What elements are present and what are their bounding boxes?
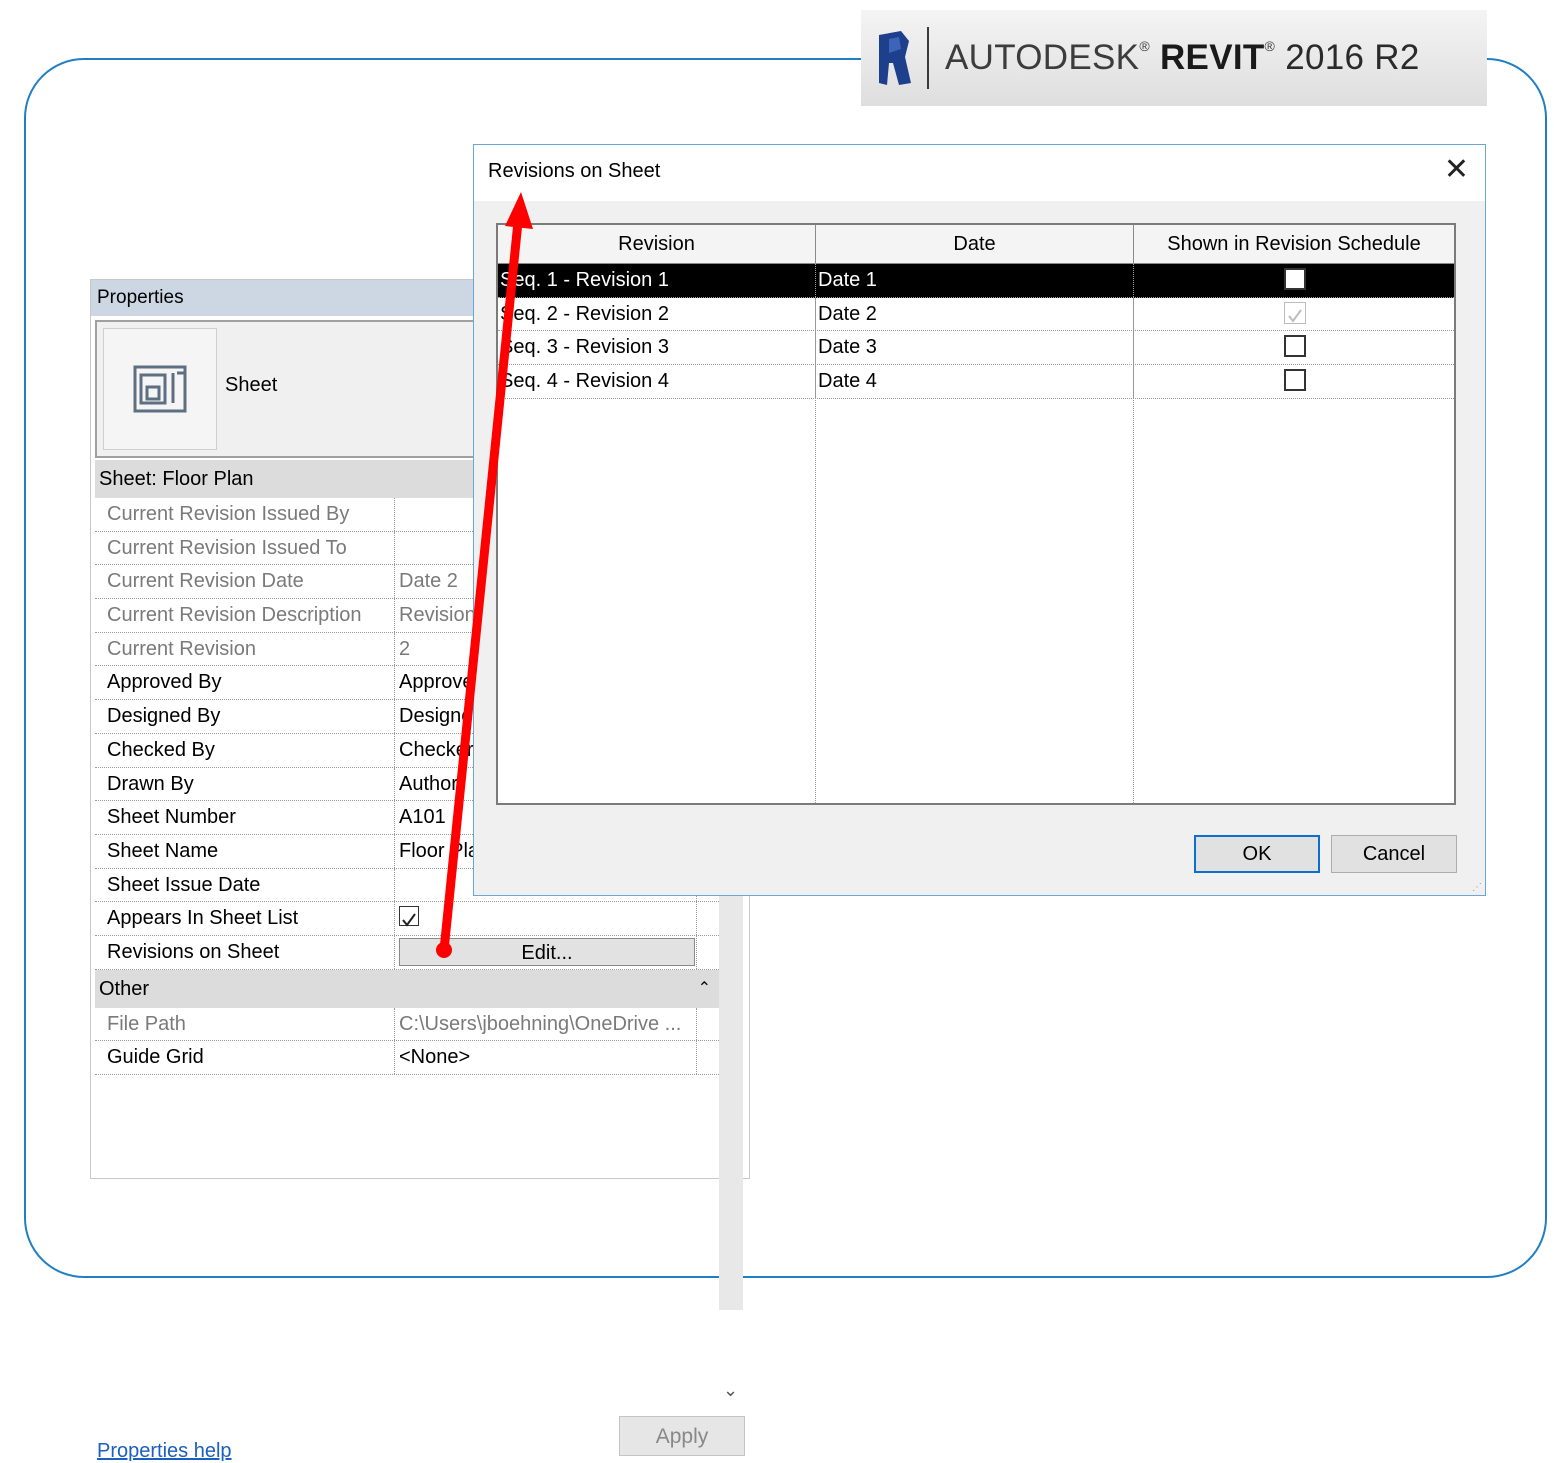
property-name: Sheet Number: [95, 801, 395, 834]
property-value[interactable]: <None>: [395, 1041, 697, 1074]
cell-date: Date 3: [816, 331, 1134, 365]
property-name: Checked By: [95, 733, 395, 767]
revisions-table: Revision Date Shown in Revision Schedule…: [496, 223, 1456, 805]
dialog-titlebar: Revisions on Sheet ✕: [474, 145, 1485, 201]
property-name: Current Revision Date: [95, 565, 395, 599]
property-name: File Path: [95, 1007, 395, 1041]
revit-logo-icon: [879, 31, 911, 85]
property-value: Edit...: [395, 935, 697, 969]
banner-brand: AUTODESK® REVIT® 2016 R2: [945, 38, 1420, 77]
cell-revision: Seq. 1 - Revision 1: [498, 264, 816, 297]
column-divider: [1133, 263, 1134, 803]
banner-separator: [927, 27, 929, 89]
cell-revision: Seq. 4 - Revision 4: [498, 365, 816, 398]
property-row: File Path C:\Users\jboehning\OneDrive ...: [95, 1007, 721, 1042]
cell-shown: [1134, 264, 1454, 297]
collapse-icon[interactable]: ⌃: [698, 970, 711, 1008]
property-name: Designed By: [95, 700, 395, 733]
other-rows: File Path C:\Users\jboehning\OneDrive ...…: [95, 1007, 721, 1075]
shown-in-schedule-checkbox[interactable]: [1284, 369, 1306, 392]
apply-button[interactable]: Apply: [619, 1416, 745, 1456]
property-name: Appears In Sheet List: [95, 902, 395, 935]
shown-in-schedule-checkbox[interactable]: [1284, 335, 1306, 358]
column-header-revision[interactable]: Revision: [498, 225, 816, 263]
table-row[interactable]: Seq. 3 - Revision 3 Date 3: [498, 331, 1454, 366]
property-name: Sheet Issue Date: [95, 868, 395, 902]
property-row-appears-in-sheet-list: Appears In Sheet List: [95, 902, 721, 936]
dialog-title: Revisions on Sheet: [488, 160, 661, 182]
autodesk-revit-banner: AUTODESK® REVIT® 2016 R2: [861, 10, 1487, 106]
property-name: Drawn By: [95, 767, 395, 801]
column-header-date[interactable]: Date: [816, 225, 1134, 263]
table-row[interactable]: Seq. 2 - Revision 2 Date 2: [498, 297, 1454, 332]
cell-shown: [1134, 365, 1454, 398]
property-name: Current Revision Issued By: [95, 498, 395, 531]
column-header-shown[interactable]: Shown in Revision Schedule: [1134, 225, 1454, 263]
cancel-button[interactable]: Cancel: [1331, 835, 1457, 873]
section-header-other[interactable]: Other ⌃: [95, 969, 721, 1008]
close-icon[interactable]: ✕: [1444, 155, 1469, 185]
sheet-icon: [133, 365, 187, 413]
checkbox-icon: [402, 913, 416, 927]
table-header: Revision Date Shown in Revision Schedule: [498, 225, 1454, 264]
cell-shown: [1134, 298, 1454, 331]
property-name: Current Revision Issued To: [95, 531, 395, 565]
section-title: Sheet: Floor Plan: [99, 468, 254, 490]
cell-date: Date 4: [816, 365, 1134, 398]
checkbox-icon: [1288, 309, 1302, 323]
property-name: Revisions on Sheet: [95, 935, 395, 969]
property-name: Guide Grid: [95, 1041, 395, 1074]
properties-help-link[interactable]: Properties help: [97, 1440, 232, 1463]
table-row[interactable]: Seq. 1 - Revision 1 Date 1: [498, 264, 1454, 298]
table-row[interactable]: Seq. 4 - Revision 4 Date 4: [498, 365, 1454, 399]
type-label: Sheet: [225, 374, 278, 396]
column-divider: [815, 263, 816, 803]
cell-shown: [1134, 331, 1454, 364]
property-name: Current Revision: [95, 632, 395, 666]
section-title: Other: [99, 977, 150, 1000]
table-body: Seq. 1 - Revision 1 Date 1 Seq. 2 - Revisi…: [498, 264, 1454, 399]
property-name: Sheet Name: [95, 834, 395, 868]
cell-revision: Seq. 2 - Revision 2: [498, 297, 816, 331]
ok-button[interactable]: OK: [1194, 835, 1320, 873]
revisions-on-sheet-dialog: Revisions on Sheet ✕ Revision Date Shown…: [473, 144, 1486, 896]
property-value: C:\Users\jboehning\OneDrive ...: [395, 1007, 697, 1041]
appears-in-sheet-list-checkbox[interactable]: [399, 906, 419, 927]
property-value: [395, 902, 697, 935]
cell-date: Date 2: [816, 297, 1134, 331]
property-name: Current Revision Description: [95, 599, 395, 632]
cell-revision: Seq. 3 - Revision 3: [498, 331, 816, 365]
resize-grip-icon[interactable]: ⋰: [1472, 882, 1482, 893]
shown-in-schedule-checkbox[interactable]: [1284, 268, 1306, 290]
cell-date: Date 1: [816, 264, 1134, 297]
property-row-revisions-on-sheet: Revisions on Sheet Edit...: [95, 935, 721, 970]
property-name: Approved By: [95, 666, 395, 700]
edit-revisions-button[interactable]: Edit...: [399, 937, 695, 966]
property-row: Guide Grid <None>: [95, 1041, 721, 1075]
shown-in-schedule-checkbox: [1284, 301, 1306, 324]
scroll-down-icon[interactable]: ⌄: [723, 1380, 738, 1401]
type-preview: [103, 328, 217, 450]
